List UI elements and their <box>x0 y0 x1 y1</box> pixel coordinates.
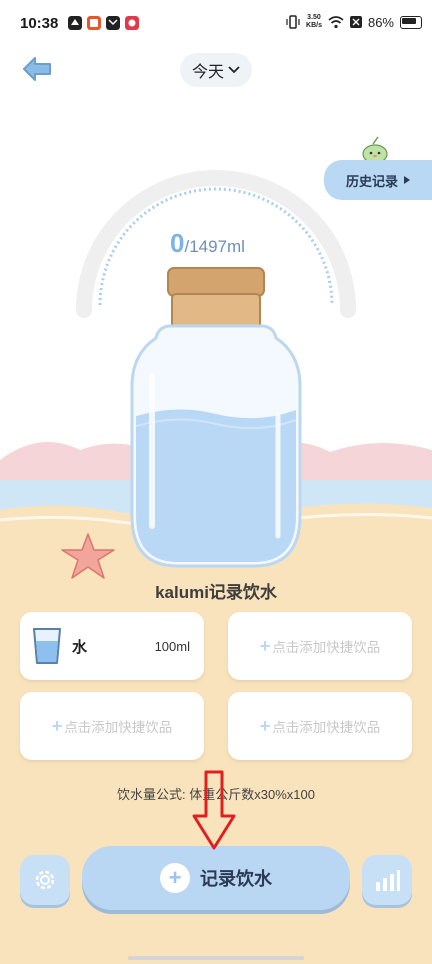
quick-drink-water[interactable]: 水 100ml <box>20 612 204 680</box>
drink-name: 水 <box>72 638 88 656</box>
water-jar <box>130 267 302 568</box>
goal-intake: /1497ml <box>184 237 245 256</box>
status-bar: 10:38 3.50 KB/s 86% <box>0 0 432 48</box>
history-button[interactable]: 历史记录 <box>324 160 432 200</box>
net-speed: 3.50 KB/s <box>306 14 322 30</box>
mail-icon <box>106 16 120 30</box>
net-speed-unit: KB/s <box>306 22 322 29</box>
date-selector[interactable]: 今天 <box>180 53 252 87</box>
battery-icon <box>400 15 422 29</box>
net-speed-value: 3.50 <box>307 14 321 21</box>
settings-button[interactable] <box>20 855 70 905</box>
annotation-arrow-icon <box>192 770 236 850</box>
play-triangle-icon <box>404 176 411 184</box>
water-amount: 0/1497ml <box>170 228 245 259</box>
status-time: 10:38 <box>20 15 59 32</box>
add-quick-drink-label: 点击添加快捷饮品 <box>272 640 381 655</box>
app-notification-icon <box>68 16 82 30</box>
add-quick-drink-button[interactable]: + 点击添加快捷饮品 <box>228 612 412 680</box>
water-glass-icon <box>33 628 61 664</box>
add-quick-drink-label: 点击添加快捷饮品 <box>272 720 381 735</box>
bar-chart-icon <box>376 870 400 891</box>
record-water-button[interactable]: + 记录饮水 <box>82 846 350 910</box>
battery-percent: 86% <box>367 14 394 30</box>
chevron-down-icon <box>228 66 240 74</box>
add-quick-drink-label: 点击添加快捷饮品 <box>64 720 173 735</box>
home-indicator <box>128 956 304 960</box>
statistics-button[interactable] <box>362 855 412 905</box>
sim-icon <box>349 16 362 28</box>
app-notification-icon <box>87 16 101 30</box>
record-water-label: 记录饮水 <box>200 869 272 889</box>
plus-icon: + <box>259 635 271 656</box>
date-label: 今天 <box>191 64 224 81</box>
add-quick-drink-button[interactable]: + 点击添加快捷饮品 <box>228 692 412 760</box>
vibrate-icon <box>286 15 300 29</box>
app-notification-icon <box>125 16 139 30</box>
plus-icon: + <box>160 863 190 893</box>
status-right: 3.50 KB/s 86% <box>286 14 422 30</box>
gear-icon <box>35 870 55 890</box>
back-arrow-icon[interactable] <box>20 54 54 84</box>
starfish-icon <box>61 533 115 579</box>
plus-icon: + <box>51 715 63 736</box>
wifi-icon <box>328 15 344 28</box>
app-title: kalumi记录饮水 <box>155 583 277 602</box>
drink-volume: 100ml <box>154 638 190 654</box>
current-intake: 0 <box>170 228 185 258</box>
status-notification-icons <box>68 16 139 30</box>
add-quick-drink-button[interactable]: + 点击添加快捷饮品 <box>20 692 204 760</box>
history-label: 历史记录 <box>346 173 399 189</box>
plus-icon: + <box>259 715 271 736</box>
